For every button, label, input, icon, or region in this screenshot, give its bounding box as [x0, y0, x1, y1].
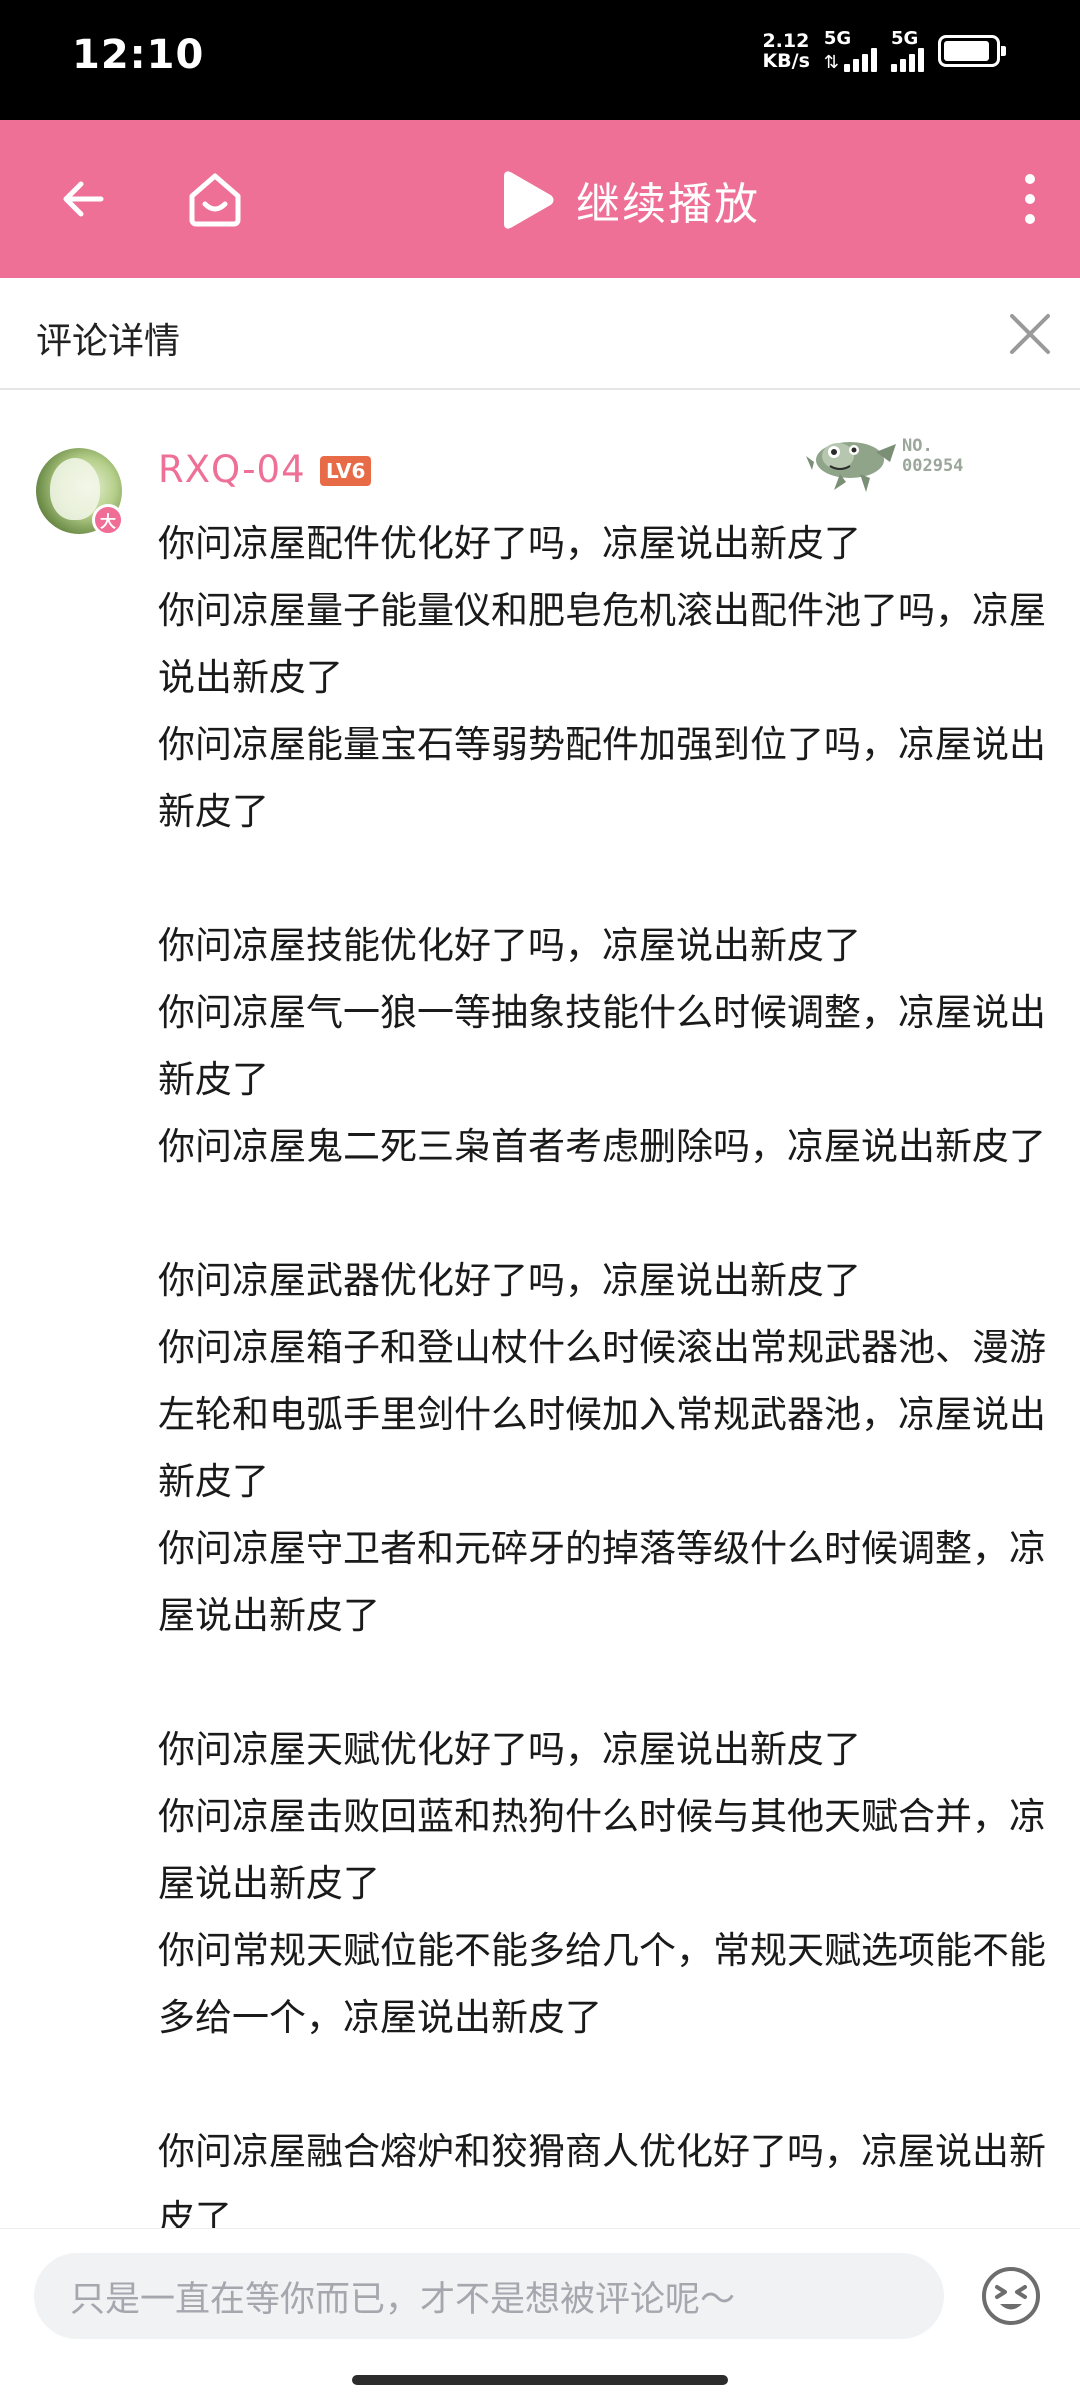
avatar[interactable]: 大 — [36, 448, 124, 536]
more-vert-icon — [1025, 174, 1035, 224]
network-speed: 2.12 KB/s — [762, 31, 809, 71]
comment-input-bar: 只是一直在等你而已，才不是想被评论呢～ — [0, 2228, 1080, 2400]
emoji-face-icon — [982, 2267, 1040, 2325]
sim2-network-label: 5G — [891, 28, 919, 49]
fan-badge-mascot-icon — [806, 442, 896, 492]
signal-sim2-icon: 5G — [891, 30, 924, 72]
continue-play-button[interactable]: 继续播放 — [500, 162, 760, 238]
network-speed-value: 2.12 — [762, 30, 810, 52]
level-badge: LV6 — [320, 456, 372, 486]
continue-play-label: 继续播放 — [576, 179, 760, 230]
comment-text: 你问凉屋配件优化好了吗，凉屋说出新皮了 你问凉屋量子能量仪和肥皂危机滚出配件池了… — [158, 522, 1046, 2228]
home-indicator[interactable] — [352, 2375, 728, 2385]
more-options-button[interactable] — [1000, 156, 1060, 242]
video-top-bar: 继续播放 — [0, 120, 1080, 278]
sim1-network-label: 5G — [823, 28, 852, 49]
status-time: 12:10 — [72, 32, 205, 78]
comment-input[interactable]: 只是一直在等你而已，才不是想被评论呢～ — [34, 2253, 944, 2339]
close-icon — [1010, 314, 1050, 354]
fan-badge-no-value: 002954 — [902, 456, 964, 476]
play-icon — [504, 171, 554, 229]
fan-badge-no-label: NO. — [902, 436, 933, 456]
battery-icon — [938, 35, 1006, 67]
signal-sim1-icon: 5G ⇅ — [824, 30, 877, 72]
back-arrow-icon — [63, 181, 104, 217]
status-indicators: 2.12 KB/s 5G ⇅ 5G — [762, 30, 1006, 72]
page-title: 评论详情 — [36, 321, 181, 362]
emoji-button[interactable] — [976, 2253, 1046, 2339]
home-button[interactable] — [170, 154, 260, 244]
comment-item: 大 RXQ-04 LV6 NO. 002954 你问凉屋配件优化好了吗，凉屋说出… — [0, 392, 1080, 2228]
username[interactable]: RXQ-04 — [158, 448, 306, 491]
fan-badge[interactable]: NO. 002954 — [804, 422, 1004, 498]
battery-level — [944, 41, 989, 61]
fan-badge-number: NO. 002954 — [902, 436, 963, 476]
back-button[interactable] — [40, 156, 126, 242]
comment-detail-header: 评论详情 — [0, 278, 1080, 390]
home-icon — [189, 173, 241, 227]
network-speed-unit: KB/s — [762, 50, 810, 72]
close-button[interactable] — [998, 302, 1062, 366]
avatar-badge: 大 — [92, 504, 124, 536]
status-bar: 12:10 2.12 KB/s 5G ⇅ 5G — [0, 0, 1080, 120]
data-arrows-icon: ⇅ — [823, 52, 839, 73]
